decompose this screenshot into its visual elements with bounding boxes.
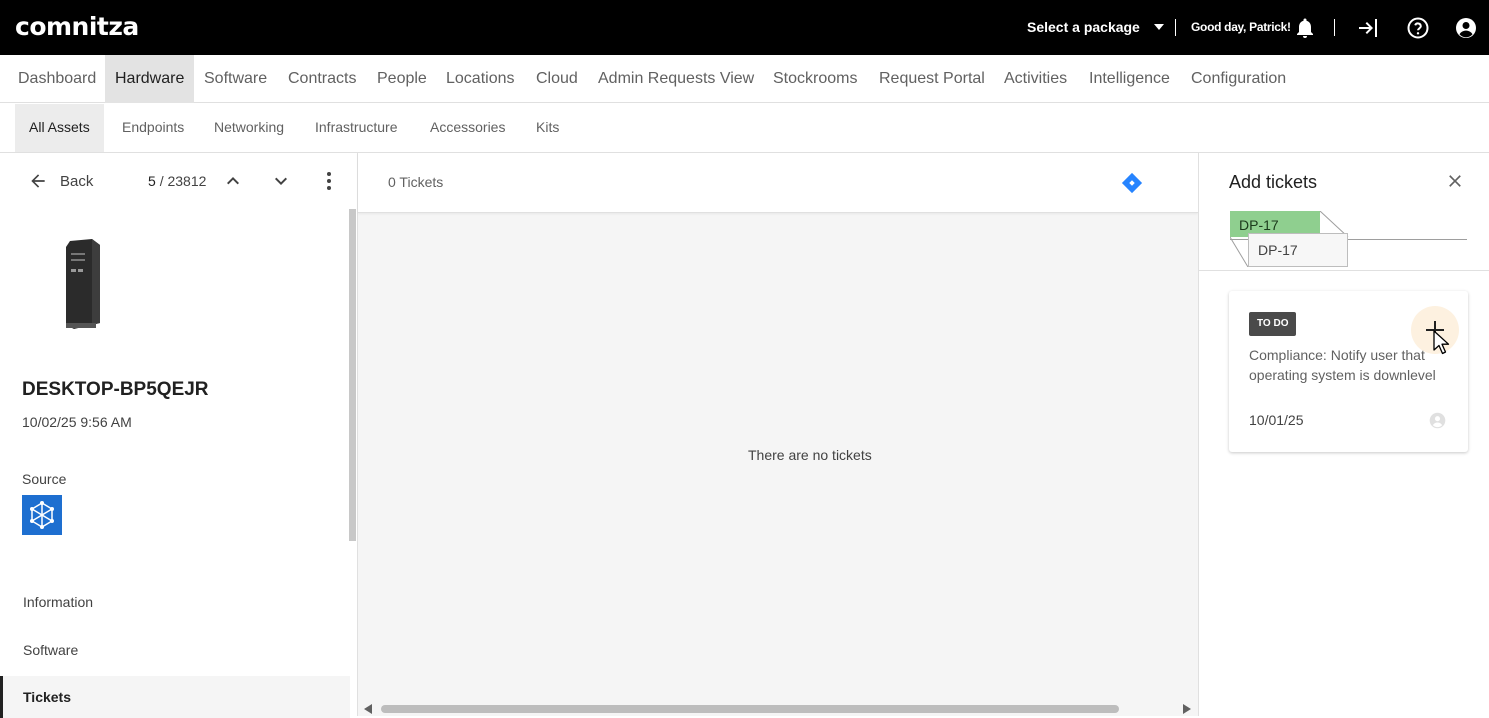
top-bar: comnitza Select a package Good day, Patr…	[0, 0, 1489, 55]
package-select[interactable]: Select a package	[1027, 19, 1164, 35]
nav-hardware[interactable]: Hardware	[105, 55, 195, 103]
nav-intelligence[interactable]: Intelligence	[1079, 55, 1180, 103]
scroll-right-icon[interactable]	[1183, 704, 1191, 714]
pager-current: 5	[148, 173, 156, 189]
tab-infrastructure[interactable]: Infrastructure	[315, 104, 397, 152]
unassigned-user-icon	[1429, 412, 1446, 429]
close-icon[interactable]	[1445, 171, 1465, 191]
scroll-left-icon[interactable]	[364, 704, 372, 714]
bell-icon[interactable]	[1293, 16, 1317, 40]
status-badge: TO DO	[1249, 312, 1297, 336]
nav-request-portal[interactable]: Request Portal	[869, 55, 995, 103]
tab-all-assets[interactable]: All Assets	[15, 104, 104, 152]
back-label: Back	[60, 172, 94, 190]
desktop-device-image	[66, 239, 100, 329]
source-label: Source	[22, 471, 67, 487]
horizontal-scrollbar[interactable]	[358, 700, 1198, 716]
tab-accessories[interactable]: Accessories	[430, 104, 505, 152]
divider	[1199, 270, 1489, 271]
tickets-header: 0 Tickets	[358, 153, 1198, 213]
tab-networking[interactable]: Networking	[214, 104, 284, 152]
divider	[1175, 19, 1176, 36]
package-select-label: Select a package	[1027, 19, 1140, 35]
sub-nav: All Assets Endpoints Networking Infrastr…	[0, 104, 1489, 153]
ticket-summary: Compliance: Notify user that operating s…	[1249, 347, 1436, 383]
chevron-up-icon[interactable]	[221, 169, 245, 193]
record-pager: 5 / 23812	[148, 173, 206, 189]
side-nav-software[interactable]: Software	[0, 629, 350, 671]
nav-cloud[interactable]: Cloud	[526, 55, 588, 103]
ticket-date: 10/01/25	[1249, 412, 1304, 428]
chevron-down-icon[interactable]	[269, 169, 293, 193]
nav-dashboard[interactable]: Dashboard	[8, 55, 106, 103]
side-nav-tickets[interactable]: Tickets	[0, 676, 350, 718]
nav-configuration[interactable]: Configuration	[1181, 55, 1296, 103]
nav-software[interactable]: Software	[194, 55, 277, 103]
nav-contracts[interactable]: Contracts	[278, 55, 366, 103]
nav-people[interactable]: People	[367, 55, 437, 103]
asset-date: 10/02/25 9:56 AM	[22, 414, 132, 430]
greeting: Good day, Patrick!	[1191, 20, 1291, 34]
back-button[interactable]: Back	[28, 171, 93, 191]
app-logo[interactable]: comnitza	[15, 12, 139, 41]
side-panel-scrollbar[interactable]	[349, 209, 356, 541]
more-vert-icon[interactable]	[317, 169, 341, 193]
nav-activities[interactable]: Activities	[994, 55, 1077, 103]
add-tickets-panel: Add tickets DP-17 DP-17 TO DO Compliance…	[1198, 153, 1489, 716]
source-logo	[22, 495, 62, 535]
source-integration-icon	[30, 501, 54, 529]
tab-endpoints[interactable]: Endpoints	[122, 104, 184, 152]
pager-total: / 23812	[159, 173, 207, 189]
project-tag-drag-preview: DP-17	[1248, 233, 1348, 267]
scrollbar-thumb[interactable]	[381, 705, 1119, 713]
help-icon[interactable]	[1406, 16, 1430, 40]
asset-side-panel: Back 5 / 23812 DESKTOP-BP5QEJR 10/02/25 …	[0, 153, 358, 718]
panel-title: Add tickets	[1229, 172, 1318, 192]
empty-state-message: There are no tickets	[748, 447, 872, 463]
nav-locations[interactable]: Locations	[436, 55, 525, 103]
ticket-count: 0 Tickets	[388, 174, 444, 190]
mouse-cursor-icon	[1433, 330, 1450, 355]
tickets-panel: 0 Tickets There are no tickets	[358, 153, 1198, 716]
sign-in-icon[interactable]	[1356, 16, 1380, 40]
divider	[1334, 19, 1335, 36]
main-nav: Dashboard Hardware Software Contracts Pe…	[0, 55, 1489, 103]
asset-name: DESKTOP-BP5QEJR	[22, 379, 209, 400]
chevron-down-icon	[1153, 24, 1164, 30]
nav-stockrooms[interactable]: Stockrooms	[763, 55, 867, 103]
tab-kits[interactable]: Kits	[536, 104, 559, 152]
jira-icon[interactable]	[1121, 172, 1143, 194]
arrow-left-icon	[31, 174, 45, 188]
account-icon[interactable]	[1454, 16, 1478, 40]
side-nav-information[interactable]: Information	[0, 581, 350, 623]
nav-admin-requests-view[interactable]: Admin Requests View	[588, 55, 764, 103]
ticket-card[interactable]: TO DO Compliance: Notify user that opera…	[1229, 291, 1468, 452]
